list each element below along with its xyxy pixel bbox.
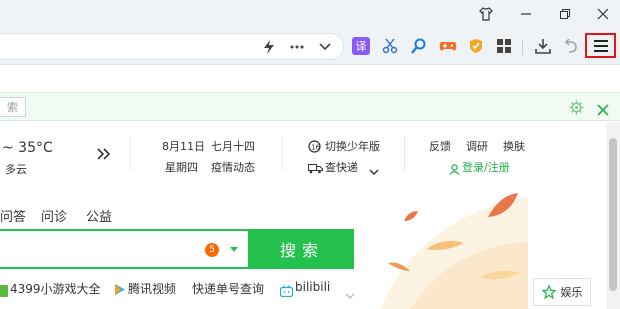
login-register-link[interactable]: 登录/注册 [462, 159, 510, 175]
notification-badge[interactable]: 5 [205, 243, 219, 257]
teen-mode-link[interactable]: 切换少年版 [325, 138, 380, 154]
search-button[interactable]: 搜索 [250, 229, 354, 269]
minimize-icon [521, 12, 531, 15]
minimize-button[interactable] [506, 0, 546, 27]
chevron-down-icon[interactable] [314, 36, 336, 58]
tab-charity[interactable]: 公益 [86, 206, 112, 225]
apps-grid-icon[interactable] [493, 35, 515, 57]
star-icon [541, 285, 556, 299]
dropdown-caret-icon[interactable] [230, 247, 238, 252]
bilibili-icon [279, 282, 294, 301]
address-bar[interactable] [0, 33, 344, 60]
restore-button[interactable] [545, 0, 585, 27]
chevron-down-icon[interactable] [369, 161, 379, 180]
gear-icon[interactable] [569, 100, 584, 119]
notification-bar: 索 [0, 92, 620, 121]
divider [282, 136, 283, 170]
skin-link[interactable]: 换肤 [503, 138, 525, 154]
gamepad-icon[interactable] [437, 35, 459, 57]
weather-condition: 多云 [5, 163, 27, 176]
epidemic-link[interactable]: 疫情动态 [211, 159, 255, 175]
close-icon[interactable] [597, 101, 609, 120]
tab-consult[interactable]: 问诊 [41, 206, 67, 225]
truck-icon [308, 159, 323, 178]
title-bar [0, 0, 620, 27]
user-icon [449, 160, 460, 179]
tab-qa[interactable]: 问答 [0, 206, 26, 225]
undo-icon[interactable] [560, 35, 582, 57]
entertainment-label: 娱乐 [560, 286, 583, 299]
browser-toolbar: 译 [0, 27, 620, 65]
download-icon[interactable] [532, 35, 554, 57]
notice-field[interactable]: 索 [0, 97, 26, 117]
quick-link-bilibili[interactable]: bilibili [295, 280, 330, 294]
game-icon [0, 282, 8, 301]
quick-link-tencent-video[interactable]: 腾讯视频 [128, 280, 176, 297]
page-scrollbar[interactable] [606, 122, 620, 309]
shirt-icon [479, 6, 493, 21]
close-icon [597, 8, 609, 19]
lunar-date: 七月十四 [211, 140, 255, 153]
divider [130, 136, 131, 170]
lightning-icon[interactable] [258, 36, 280, 58]
shield-icon[interactable] [465, 35, 487, 57]
main-menu-button[interactable] [585, 33, 616, 58]
feedback-link[interactable]: 反馈 [429, 138, 451, 154]
quick-link-4399[interactable]: 4399小游戏大全 [10, 280, 101, 297]
play-icon [114, 281, 126, 300]
teen-mode-icon: 16 [308, 138, 321, 157]
date-text: 8月11日 [162, 140, 205, 153]
autumn-leaves-illustration [380, 193, 528, 309]
search-panel: 问答 问诊 公益 5 搜索 4399小游戏大全 腾讯视频 快递单号查询 bili… [0, 187, 528, 309]
translate-icon[interactable]: 译 [350, 35, 372, 57]
notice-field-text: 索 [7, 101, 18, 114]
weather-temp[interactable]: ~ 35°C [2, 140, 53, 156]
divider [404, 136, 405, 170]
scrollbar-thumb[interactable] [609, 138, 617, 291]
search-input[interactable]: 5 [0, 229, 250, 269]
scissors-icon[interactable] [379, 35, 401, 57]
close-window-button[interactable] [583, 0, 620, 27]
double-chevron-right-icon[interactable] [97, 145, 111, 164]
weekday-text: 星期四 [165, 161, 198, 174]
translate-label: 译 [352, 37, 370, 55]
restore-icon [560, 8, 570, 19]
hamburger-menu-icon [593, 39, 608, 52]
express-link[interactable]: 查快递 [325, 159, 358, 175]
skin-button[interactable] [466, 0, 506, 27]
quick-link-tracking[interactable]: 快递单号查询 [192, 280, 264, 297]
chevron-down-icon[interactable] [345, 285, 355, 304]
more-dots-icon[interactable] [286, 36, 308, 58]
svg-text:16: 16 [311, 144, 320, 152]
entertainment-button[interactable]: 娱乐 [533, 278, 591, 306]
toolbar-divider [522, 39, 523, 55]
info-row: ~ 35°C 多云 8月11日 七月十四 星期四 疫情动态 16 切换少年版 查… [0, 122, 606, 184]
search-magnify-icon[interactable] [408, 35, 430, 57]
survey-link[interactable]: 调研 [466, 138, 488, 154]
